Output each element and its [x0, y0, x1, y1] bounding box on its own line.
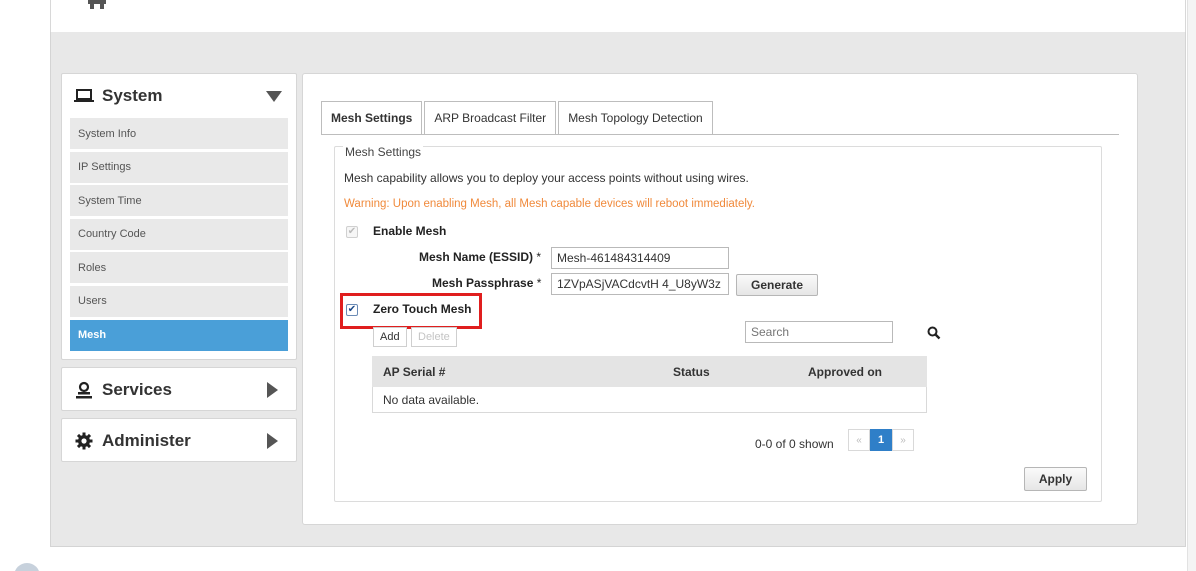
column-header-approved-on[interactable]: Approved on [797, 356, 927, 387]
tab-bar: Mesh Settings ARP Broadcast Filter Mesh … [321, 101, 715, 135]
services-icon [74, 380, 94, 400]
logo-icon [88, 0, 106, 9]
sidebar-header-label: Services [102, 380, 172, 399]
generate-button[interactable]: Generate [736, 274, 818, 296]
delete-button[interactable]: Delete [411, 327, 457, 347]
records-shown: 0-0 of 0 shown [755, 437, 834, 451]
laptop-icon [74, 86, 94, 106]
sidebar: System System Info IP Settings System Ti… [61, 73, 297, 462]
pager-page-button[interactable]: 1 [870, 429, 892, 451]
gear-icon [74, 431, 94, 451]
tab-divider [321, 134, 1119, 135]
pager-prev-button[interactable]: « [848, 429, 870, 451]
table-row: No data available. [372, 386, 927, 413]
add-button[interactable]: Add [373, 327, 407, 347]
enable-mesh-label: Enable Mesh [373, 224, 447, 238]
sidebar-header-administer[interactable]: Administer [62, 419, 296, 463]
sidebar-item-ip-settings[interactable]: IP Settings [70, 151, 288, 183]
sidebar-item-system-time[interactable]: System Time [70, 185, 288, 217]
sidebar-header-label: System [102, 86, 163, 105]
chevron-down-icon [266, 90, 282, 102]
sidebar-header-system[interactable]: System [62, 74, 296, 118]
mesh-settings-legend: Mesh Settings [343, 145, 424, 159]
zero-touch-table: AP Serial # Status Approved on No data a… [372, 356, 927, 413]
table-header-row: AP Serial # Status Approved on [372, 356, 927, 387]
tab-mesh-topology-detection[interactable]: Mesh Topology Detection [558, 101, 713, 135]
sidebar-item-system-info[interactable]: System Info [70, 118, 288, 149]
sidebar-section-system: System System Info IP Settings System Ti… [61, 73, 297, 360]
mesh-description: Mesh capability allows you to deploy you… [344, 171, 749, 185]
mesh-warning: Warning: Upon enabling Mesh, all Mesh ca… [344, 198, 756, 210]
corner-widget [14, 563, 40, 571]
column-header-ap-serial[interactable]: AP Serial # [372, 356, 663, 387]
sidebar-section-administer: Administer [61, 418, 297, 462]
mesh-name-field[interactable] [551, 247, 729, 269]
sidebar-section-services: Services [61, 367, 297, 411]
sidebar-item-country-code[interactable]: Country Code [70, 218, 288, 250]
mesh-passphrase-field[interactable] [551, 273, 729, 295]
highlight-annotation [340, 293, 482, 329]
page-scrollbar[interactable] [1187, 0, 1196, 571]
sidebar-item-roles[interactable]: Roles [70, 252, 288, 284]
enable-mesh-checkbox[interactable]: ✔ [346, 226, 358, 238]
pager-next-button[interactable]: » [892, 429, 914, 451]
apply-button[interactable]: Apply [1024, 467, 1087, 491]
tab-arp-broadcast-filter[interactable]: ARP Broadcast Filter [424, 101, 557, 135]
main-panel: Mesh Settings ARP Broadcast Filter Mesh … [302, 73, 1138, 525]
column-header-status[interactable]: Status [662, 356, 798, 387]
tab-mesh-settings[interactable]: Mesh Settings [321, 101, 423, 135]
mesh-passphrase-label: Mesh Passphrase * [432, 276, 542, 290]
search-icon[interactable] [927, 326, 941, 340]
mesh-name-label: Mesh Name (ESSID) * [419, 250, 542, 264]
chevron-right-icon [267, 433, 278, 449]
chevron-right-icon [267, 382, 278, 398]
pagination: « 1 » [848, 429, 914, 451]
empty-table-message: No data available. [372, 386, 927, 413]
sidebar-item-mesh[interactable]: Mesh [70, 319, 288, 351]
sidebar-header-services[interactable]: Services [62, 368, 296, 412]
sidebar-header-label: Administer [102, 431, 191, 450]
search-input[interactable] [745, 321, 893, 343]
sidebar-item-users[interactable]: Users [70, 285, 288, 317]
top-header [50, 0, 1186, 32]
